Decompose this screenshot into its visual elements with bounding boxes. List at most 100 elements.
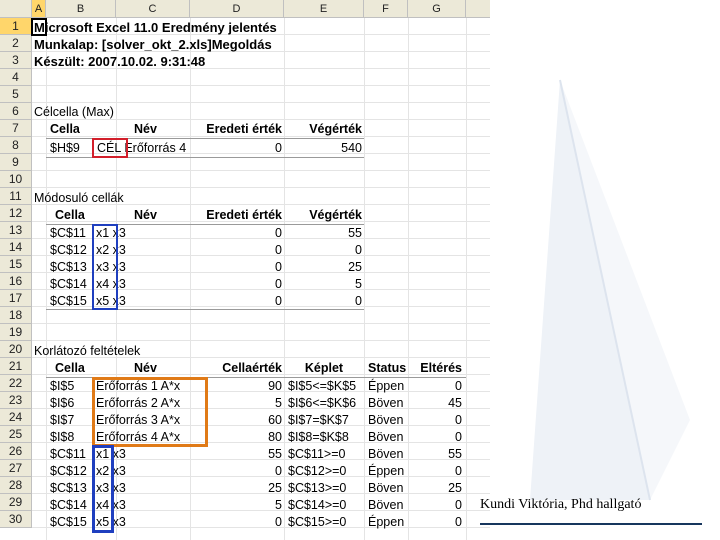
row-header[interactable]: 10 [0, 171, 32, 188]
changing-cell-ref: $C$11 [50, 226, 86, 240]
constraint-value: 0 [275, 464, 282, 478]
constraint-status: Böven [368, 413, 404, 427]
constraint-cell-ref: $C$11 [50, 447, 86, 461]
row-header[interactable]: 30 [0, 511, 32, 528]
changing-cell-ref: $C$14 [50, 277, 87, 291]
row-header[interactable]: 24 [0, 409, 32, 426]
constraints-header-name: Név [134, 361, 157, 375]
changing-orig: 0 [275, 277, 282, 291]
target-orig: 0 [275, 141, 282, 155]
constraint-cell-ref: $C$15 [50, 515, 87, 529]
row-header[interactable]: 3 [0, 52, 32, 69]
row-header[interactable]: 23 [0, 392, 32, 409]
row-header[interactable]: 2 [0, 35, 32, 52]
row-header[interactable]: 28 [0, 477, 32, 494]
row-header[interactable]: 14 [0, 239, 32, 256]
row-header[interactable]: 6 [0, 103, 32, 120]
constraints-header-value: Cellaérték [222, 361, 282, 375]
constraint-slack: 0 [455, 515, 462, 529]
column-header-b[interactable]: B [46, 0, 116, 18]
column-header-c[interactable]: C [116, 0, 190, 18]
gridline [32, 323, 490, 324]
constraints-header-formula: Képlet [304, 361, 344, 375]
constraint-formula: $C$11>=0 [288, 447, 346, 461]
constraint-slack: 0 [455, 498, 462, 512]
gridline [32, 340, 490, 341]
row-header[interactable]: 15 [0, 256, 32, 273]
row-header[interactable]: 16 [0, 273, 32, 290]
column-header-h[interactable] [466, 0, 490, 18]
gridline [32, 102, 490, 103]
changing-header-name: Név [134, 208, 157, 222]
constraint-status: Éppen [368, 515, 405, 529]
row-header[interactable]: 13 [0, 222, 32, 239]
constraint-value: 5 [275, 498, 282, 512]
changing-final: 55 [348, 226, 362, 240]
changing-final: 0 [355, 243, 362, 257]
select-all-corner[interactable] [0, 0, 32, 18]
column-header-e[interactable]: E [284, 0, 364, 18]
row-header[interactable]: 1 [0, 18, 32, 35]
row-header[interactable]: 7 [0, 120, 32, 137]
target-highlight-box [92, 138, 128, 158]
constraint-cell-ref: $I$8 [50, 430, 75, 444]
row-header[interactable]: 19 [0, 324, 32, 341]
changing-final: 25 [348, 260, 362, 274]
column-header-g[interactable]: G [408, 0, 466, 18]
constraint-formula: $C$12>=0 [288, 464, 347, 478]
row-header[interactable]: 12 [0, 205, 32, 222]
row-header[interactable]: 5 [0, 86, 32, 103]
changing-header-cell: Cella [55, 208, 85, 222]
changing-section-title: Módosuló cellák [34, 191, 124, 205]
gridline [32, 85, 490, 86]
constraint-cell-ref: $C$13 [50, 481, 87, 495]
constraint-formula: $C$13>=0 [288, 481, 347, 495]
changing-orig: 0 [275, 260, 282, 274]
active-cell-a1[interactable] [31, 18, 47, 36]
row-header[interactable]: 17 [0, 290, 32, 307]
row-header[interactable]: 22 [0, 375, 32, 392]
constraint-slack: 55 [448, 447, 462, 461]
row-header[interactable]: 4 [0, 69, 32, 86]
row-header[interactable]: 21 [0, 358, 32, 375]
constraint-formula: $I$6<=$K$6 [288, 396, 357, 410]
changing-final: 5 [355, 277, 362, 291]
constraint-status: Éppen [368, 464, 405, 478]
report-created: Készült: 2007.10.02. 9:31:48 [34, 54, 206, 69]
constraints-header-cell: Cella [55, 361, 85, 375]
constraint-status: Böven [368, 481, 404, 495]
constraint-value: 55 [268, 447, 282, 461]
column-header-f[interactable]: F [364, 0, 408, 18]
row-header[interactable]: 9 [0, 154, 32, 171]
constraint-status: Böven [368, 430, 404, 444]
constraint-status: Éppen [368, 379, 405, 393]
target-section-title: Célcella (Max) [34, 105, 114, 119]
constraint-slack: 25 [448, 481, 462, 495]
gridline [32, 170, 490, 171]
row-header[interactable]: 8 [0, 137, 32, 154]
column-header-a[interactable]: A [32, 0, 46, 18]
column-header-d[interactable]: D [190, 0, 284, 18]
constraint-cell-ref: $C$12 [50, 464, 87, 478]
constraint-formula: $I$5<=$K$5 [288, 379, 357, 393]
target-final: 540 [341, 141, 362, 155]
constraints-variable-box [92, 445, 114, 533]
row-header[interactable]: 18 [0, 307, 32, 324]
row-header[interactable]: 27 [0, 460, 32, 477]
row-header[interactable]: 20 [0, 341, 32, 358]
constraint-slack: 45 [448, 396, 462, 410]
constraint-slack: 0 [455, 430, 462, 444]
row-header[interactable]: 29 [0, 494, 32, 511]
row-header[interactable]: 26 [0, 443, 32, 460]
changing-orig: 0 [275, 226, 282, 240]
constraint-formula: $C$14>=0 [288, 498, 347, 512]
target-header-final: Végérték [309, 122, 362, 136]
changing-highlight-box [92, 224, 118, 310]
row-header[interactable]: 25 [0, 426, 32, 443]
changing-orig: 0 [275, 243, 282, 257]
row-header[interactable]: 11 [0, 188, 32, 205]
target-cell-ref: $H$9 [50, 141, 80, 155]
constraint-formula: $I$8=$K$8 [288, 430, 349, 444]
changing-header-final: Végérték [309, 208, 362, 222]
changing-final: 0 [355, 294, 362, 308]
